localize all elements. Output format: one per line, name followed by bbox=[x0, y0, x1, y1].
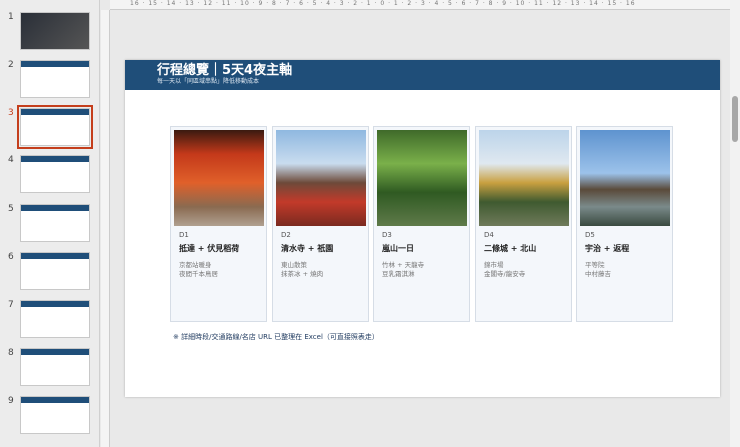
thumbnail-preview bbox=[20, 155, 90, 193]
thumbnail-preview bbox=[20, 300, 90, 338]
day-title: 嵐山一日 bbox=[382, 244, 414, 253]
day-photo[interactable] bbox=[276, 130, 366, 226]
horizontal-ruler: 16 · 15 · 14 · 13 · 12 · 11 · 10 · 9 · 8… bbox=[110, 0, 730, 10]
slide-thumbnail[interactable]: 1 bbox=[4, 12, 96, 52]
day-photo[interactable] bbox=[580, 130, 670, 226]
detail-line: 錦市場 bbox=[484, 261, 504, 269]
vertical-ruler bbox=[101, 10, 110, 447]
day-details: 錦市場 金閣寺/龍安寺 bbox=[484, 261, 525, 279]
detail-line: 抹茶冰 + 燒肉 bbox=[281, 270, 324, 278]
thumbnail-preview bbox=[20, 252, 90, 290]
thumbnail-preview bbox=[20, 396, 90, 434]
day-details: 竹林 + 天龍寺 豆乳霜淇淋 bbox=[382, 261, 424, 279]
detail-line: 東山散策 bbox=[281, 261, 307, 269]
day-details: 平等院 中村藤吉 bbox=[585, 261, 611, 279]
detail-line: 夜間千本鳥居 bbox=[179, 270, 218, 278]
slide-thumbnail[interactable]: 6 bbox=[4, 252, 96, 292]
slide-canvas[interactable]: 行程總覽｜5天4夜主軸 每一天以「同區域串點」降低移動成本 D1 抵達 + 伏見… bbox=[125, 60, 720, 397]
slide-number: 3 bbox=[8, 108, 14, 118]
thumbnail-preview bbox=[20, 204, 90, 242]
day-details: 東山散策 抹茶冰 + 燒肉 bbox=[281, 261, 323, 279]
day-label: D2 bbox=[281, 231, 291, 239]
itinerary-card[interactable]: D5 宇治 + 返程 平等院 中村藤吉 bbox=[576, 126, 673, 322]
detail-line: 豆乳霜淇淋 bbox=[382, 270, 415, 278]
slide-number: 9 bbox=[8, 396, 14, 406]
detail-line: 金閣寺/龍安寺 bbox=[484, 270, 526, 278]
itinerary-card[interactable]: D1 抵達 + 伏見稻荷 京都站暖身 夜間千本鳥居 bbox=[170, 126, 267, 322]
slide-number: 4 bbox=[8, 155, 14, 165]
slide-title[interactable]: 行程總覽｜5天4夜主軸 bbox=[157, 64, 720, 78]
day-photo[interactable] bbox=[377, 130, 467, 226]
slide-number: 8 bbox=[8, 348, 14, 358]
itinerary-card[interactable]: D4 二條城 + 北山 錦市場 金閣寺/龍安寺 bbox=[475, 126, 572, 322]
slide-thumbnail[interactable]: 4 bbox=[4, 155, 96, 195]
thumbnail-preview bbox=[20, 60, 90, 98]
slide-thumbnail[interactable]: 3 bbox=[4, 105, 96, 149]
slide-thumbnail[interactable]: 5 bbox=[4, 204, 96, 244]
detail-line: 京都站暖身 bbox=[179, 261, 212, 269]
slide-number: 5 bbox=[8, 204, 14, 214]
slide-number: 2 bbox=[8, 60, 14, 70]
detail-line: 中村藤吉 bbox=[585, 270, 611, 278]
slide-number: 6 bbox=[8, 252, 14, 262]
day-label: D5 bbox=[585, 231, 595, 239]
day-label: D1 bbox=[179, 231, 189, 239]
slide-thumbnail[interactable]: 9 bbox=[4, 396, 96, 436]
slide-thumbnail[interactable]: 2 bbox=[4, 60, 96, 100]
detail-line: 平等院 bbox=[585, 261, 605, 269]
day-details: 京都站暖身 夜間千本鳥居 bbox=[179, 261, 218, 279]
day-title: 宇治 + 返程 bbox=[585, 244, 630, 253]
slide-number: 7 bbox=[8, 300, 14, 310]
itinerary-card[interactable]: D2 清水寺 + 祇園 東山散策 抹茶冰 + 燒肉 bbox=[272, 126, 369, 322]
footnote[interactable]: ※ 詳細時段/交通路線/名店 URL 已整理在 Excel（可直接照表走） bbox=[173, 332, 379, 342]
day-photo[interactable] bbox=[174, 130, 264, 226]
slide-thumbnail-panel: 1 2 3 4 5 6 7 8 9 bbox=[0, 0, 100, 447]
thumbnail-preview bbox=[20, 12, 90, 50]
day-label: D3 bbox=[382, 231, 392, 239]
scrollbar-thumb[interactable] bbox=[732, 96, 738, 142]
thumbnail-preview bbox=[20, 348, 90, 386]
vertical-scrollbar[interactable] bbox=[730, 0, 740, 447]
slide-thumbnail[interactable]: 8 bbox=[4, 348, 96, 388]
day-photo[interactable] bbox=[479, 130, 569, 226]
day-title: 二條城 + 北山 bbox=[484, 244, 537, 253]
day-title: 清水寺 + 祇園 bbox=[281, 244, 334, 253]
slide-number: 1 bbox=[8, 12, 14, 22]
itinerary-card[interactable]: D3 嵐山一日 竹林 + 天龍寺 豆乳霜淇淋 bbox=[373, 126, 470, 322]
slide-subtitle[interactable]: 每一天以「同區域串點」降低移動成本 bbox=[157, 78, 720, 86]
slide-thumbnail[interactable]: 7 bbox=[4, 300, 96, 340]
day-label: D4 bbox=[484, 231, 494, 239]
slide-header: 行程總覽｜5天4夜主軸 每一天以「同區域串點」降低移動成本 bbox=[125, 60, 720, 90]
day-title: 抵達 + 伏見稻荷 bbox=[179, 244, 240, 253]
thumbnail-preview bbox=[17, 105, 93, 149]
detail-line: 竹林 + 天龍寺 bbox=[382, 261, 425, 269]
